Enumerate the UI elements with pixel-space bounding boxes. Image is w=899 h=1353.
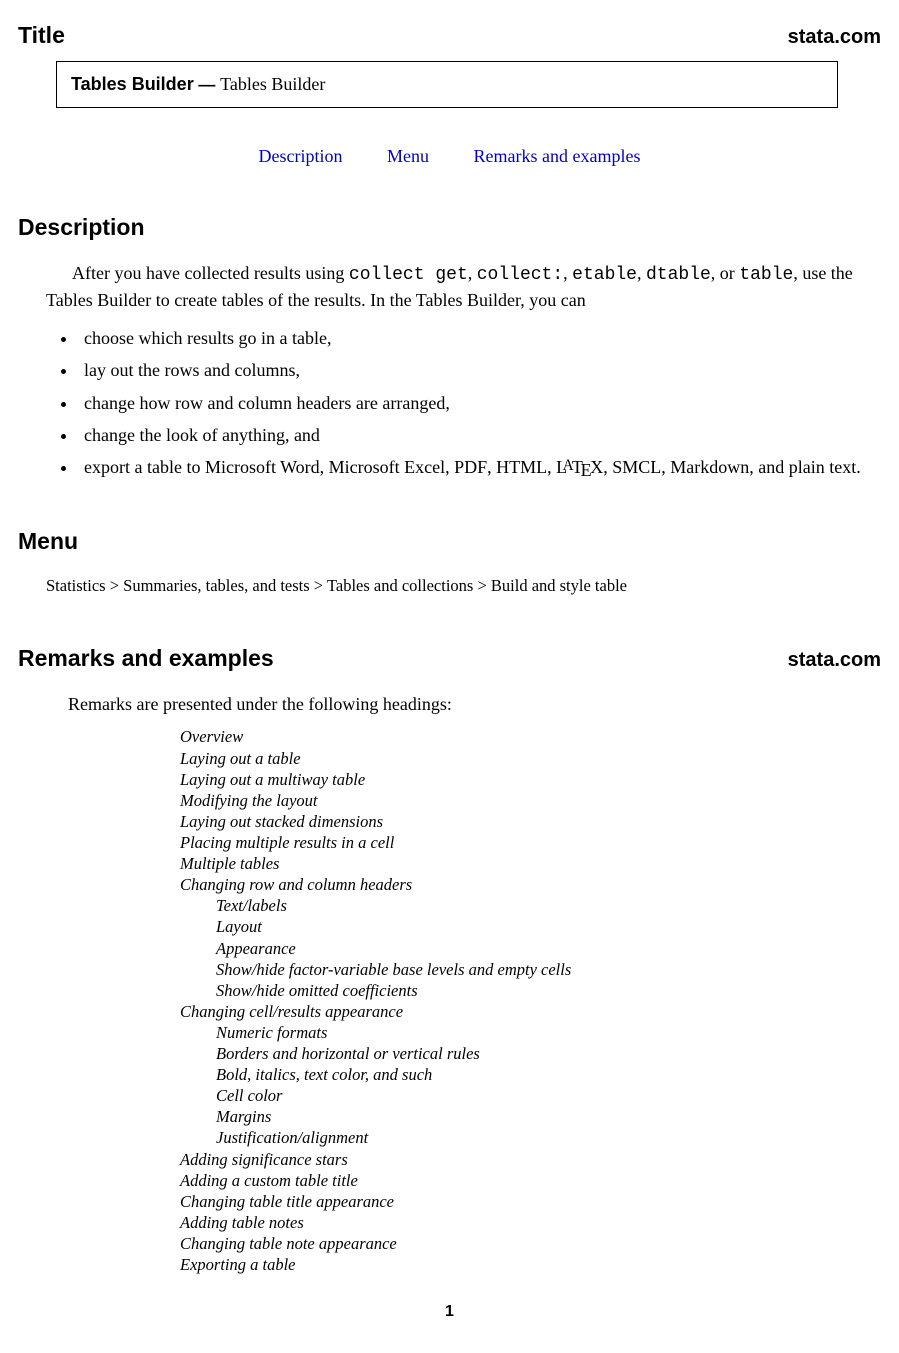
title-label: Title <box>18 20 65 51</box>
remarks-item[interactable]: Exporting a table <box>180 1254 881 1275</box>
bullet-item: lay out the rows and columns, <box>78 358 881 382</box>
remarks-item[interactable]: Adding a custom table title <box>180 1170 881 1191</box>
remarks-subitem[interactable]: Text/labels <box>216 895 881 916</box>
code-table: table <box>739 265 793 285</box>
description-section: Description After you have collected res… <box>18 212 881 479</box>
remarks-subitem[interactable]: Cell color <box>216 1085 881 1106</box>
smcl-text: SMCL <box>612 457 661 477</box>
remarks-item[interactable]: Laying out a table <box>180 748 881 769</box>
remarks-subitem[interactable]: Show/hide omitted coefficients <box>216 980 881 1001</box>
code-etable: etable <box>572 265 637 285</box>
remarks-heading: Remarks and examples <box>18 643 274 674</box>
code-collect-get: collect get <box>349 265 468 285</box>
remarks-intro: Remarks are presented under the followin… <box>68 692 881 716</box>
remarks-item[interactable]: Overview <box>180 726 881 747</box>
remarks-item[interactable]: Adding table notes <box>180 1212 881 1233</box>
description-paragraph: After you have collected results using c… <box>46 261 881 312</box>
latex-logo: LATEX <box>556 457 603 477</box>
title-box-name: Tables Builder <box>71 74 194 94</box>
menu-path: Statistics > Summaries, tables, and test… <box>46 575 881 597</box>
remarks-subitem[interactable]: Bold, italics, text color, and such <box>216 1064 881 1085</box>
toc-menu[interactable]: Menu <box>387 146 429 166</box>
title-header: Title stata.com <box>18 20 881 51</box>
remarks-section: Remarks and examples stata.com Remarks a… <box>18 643 881 1275</box>
page-number: 1 <box>18 1301 881 1323</box>
bullet-item: change the look of anything, and <box>78 423 881 447</box>
remarks-subitem[interactable]: Layout <box>216 916 881 937</box>
bullet-item: choose which results go in a table, <box>78 326 881 350</box>
toc-description[interactable]: Description <box>259 146 343 166</box>
menu-section: Menu Statistics > Summaries, tables, and… <box>18 526 881 597</box>
brand-link-remarks[interactable]: stata.com <box>788 647 881 674</box>
title-box-sep: — <box>194 75 220 94</box>
remarks-item[interactable]: Changing table note appearance <box>180 1233 881 1254</box>
remarks-subitem[interactable]: Numeric formats <box>216 1022 881 1043</box>
menu-heading: Menu <box>18 526 881 557</box>
code-collect-colon: collect: <box>477 265 563 285</box>
remarks-item[interactable]: Modifying the layout <box>180 790 881 811</box>
remarks-item[interactable]: Multiple tables <box>180 853 881 874</box>
remarks-headings-list: Overview Laying out a table Laying out a… <box>180 726 881 1275</box>
toc-remarks[interactable]: Remarks and examples <box>474 146 641 166</box>
html-text: HTML <box>496 457 547 477</box>
remarks-item[interactable]: Changing row and column headers <box>180 874 881 895</box>
bullet-item: change how row and column headers are ar… <box>78 391 881 415</box>
remarks-item[interactable]: Laying out stacked dimensions <box>180 811 881 832</box>
description-heading: Description <box>18 212 881 243</box>
bullet-item: export a table to Microsoft Word, Micros… <box>78 455 881 480</box>
pdf-text: PDF <box>454 457 487 477</box>
remarks-item[interactable]: Changing cell/results appearance <box>180 1001 881 1022</box>
remarks-subitem[interactable]: Margins <box>216 1106 881 1127</box>
toc-links: Description Menu Remarks and examples <box>18 144 881 168</box>
code-dtable: dtable <box>646 265 711 285</box>
remarks-item[interactable]: Adding significance stars <box>180 1149 881 1170</box>
title-box-desc: Tables Builder <box>220 74 325 94</box>
title-box: Tables Builder — Tables Builder <box>56 61 838 108</box>
remarks-subitem[interactable]: Appearance <box>216 938 881 959</box>
remarks-item[interactable]: Laying out a multiway table <box>180 769 881 790</box>
brand-link-top[interactable]: stata.com <box>788 24 881 51</box>
remarks-subitem[interactable]: Borders and horizontal or vertical rules <box>216 1043 881 1064</box>
remarks-subitem[interactable]: Justification/alignment <box>216 1127 881 1148</box>
remarks-item[interactable]: Changing table title appearance <box>180 1191 881 1212</box>
remarks-item[interactable]: Placing multiple results in a cell <box>180 832 881 853</box>
description-bullets: choose which results go in a table, lay … <box>78 326 881 480</box>
remarks-subitem[interactable]: Show/hide factor-variable base levels an… <box>216 959 881 980</box>
